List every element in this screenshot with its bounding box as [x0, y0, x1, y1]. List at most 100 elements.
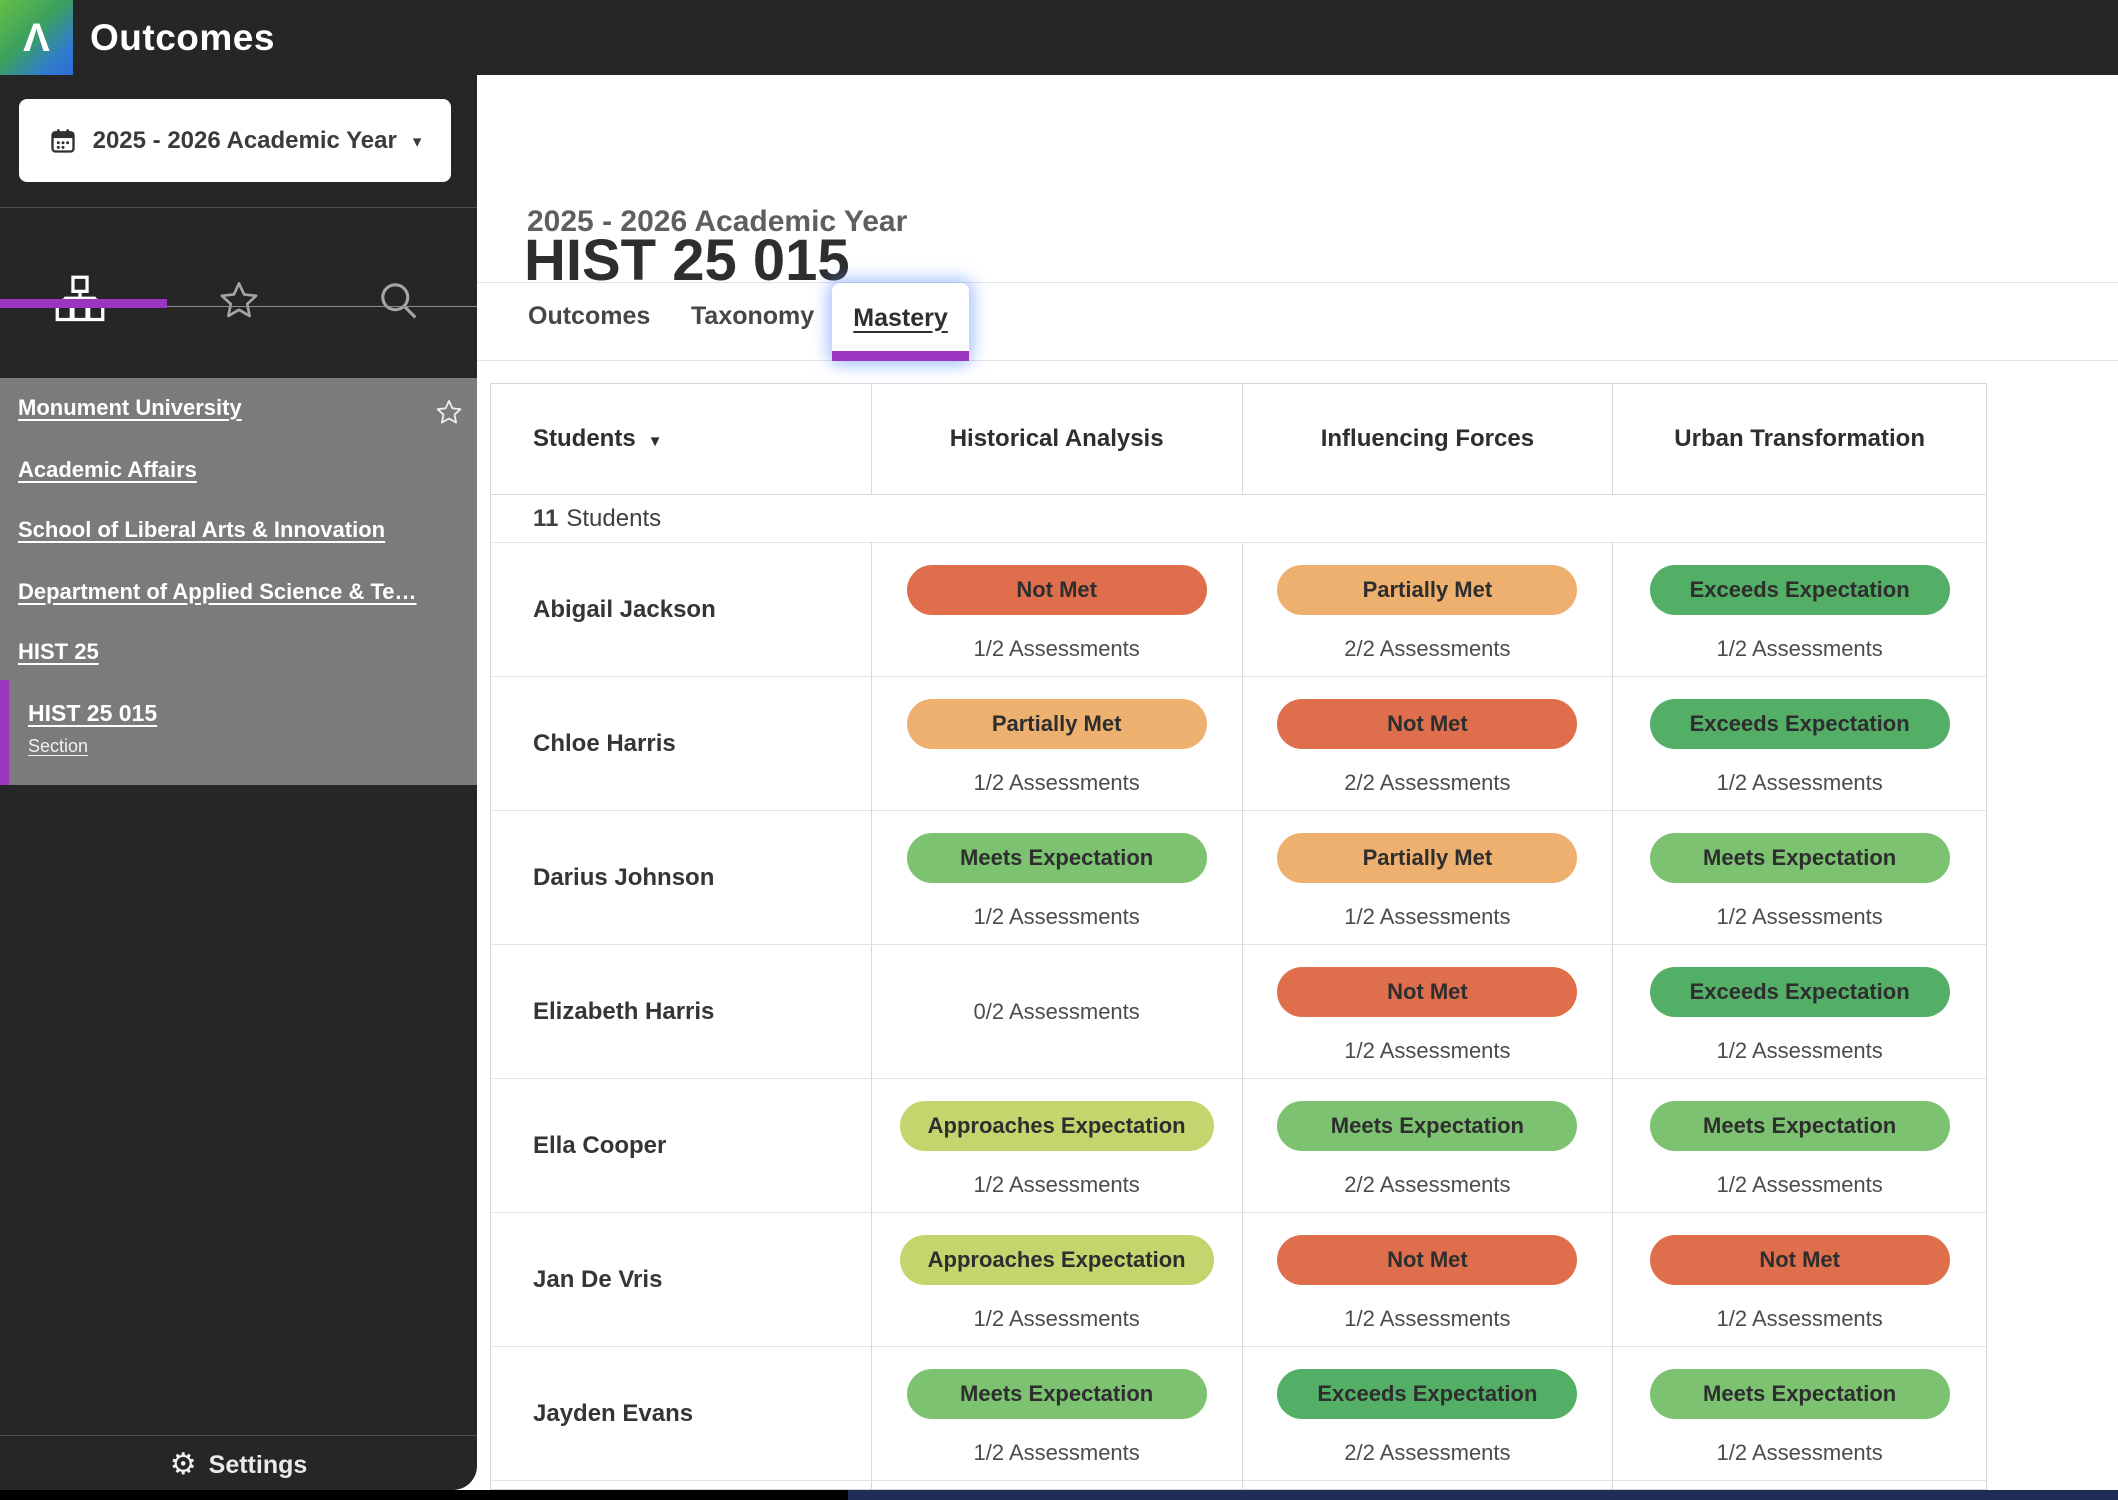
mastery-cell: Exceeds Expectation 1/2 Assessments: [1612, 677, 1986, 810]
mastery-badge: Exceeds Expectation: [1650, 699, 1950, 749]
assessments-count: 1/2 Assessments: [973, 1440, 1139, 1466]
table-row: Ella Cooper Approaches Expectation 1/2 A…: [491, 1078, 1986, 1212]
tabs-top-divider: [477, 282, 2118, 283]
sidebar: 2025 - 2026 Academic Year ▾: [0, 75, 477, 1490]
star-icon: [218, 279, 260, 321]
assessments-count: 1/2 Assessments: [1716, 1038, 1882, 1064]
mastery-badge: Approaches Expectation: [900, 1235, 1214, 1285]
mastery-cell: Not Met 1/2 Assessments: [871, 543, 1242, 676]
mastery-cell: Meets Expectation 2/2 Assessments: [1242, 1079, 1613, 1212]
column-header-students[interactable]: Students ▼: [491, 384, 871, 494]
main-content: 2025 - 2026 Academic Year HIST 25 015 Ou…: [477, 75, 2118, 1490]
tab-taxonomy[interactable]: Taxonomy: [691, 302, 814, 331]
mastery-cell: 0/2 Assessments: [871, 945, 1242, 1078]
org-units-panel: Monument University Academic Affairs Sch…: [0, 378, 477, 785]
assessments-count: 2/2 Assessments: [1344, 636, 1510, 662]
org-unit-dept-applied-science[interactable]: Department of Applied Science & Te…: [18, 579, 417, 605]
app-title: Outcomes: [90, 0, 275, 75]
assessments-count: 2/2 Assessments: [1344, 1440, 1510, 1466]
column-header-influencing-forces: Influencing Forces: [1242, 384, 1613, 494]
gear-icon: ⚙: [170, 1450, 197, 1480]
mastery-cell: Meets Expectation 1/2 Assessments: [1612, 1079, 1986, 1212]
tab-outcomes[interactable]: Outcomes: [528, 302, 650, 331]
student-name: Jan De Vris: [491, 1213, 871, 1346]
student-count-number: 11: [533, 505, 558, 533]
mastery-badge: Not Met: [1277, 1235, 1577, 1285]
mastery-badge: Not Met: [1277, 699, 1577, 749]
tab-search[interactable]: [318, 225, 477, 375]
assessments-count: 2/2 Assessments: [1344, 770, 1510, 796]
mastery-badge: Not Met: [1650, 1235, 1950, 1285]
top-bar: Λ Outcomes: [0, 0, 2118, 75]
assessments-count: 1/2 Assessments: [1344, 1038, 1510, 1064]
assessments-count: 2/2 Assessments: [1344, 1172, 1510, 1198]
mastery-cell: Partially Met 1/2 Assessments: [1242, 811, 1613, 944]
assessments-count: 1/2 Assessments: [1716, 1440, 1882, 1466]
org-unit-hist-25[interactable]: HIST 25: [18, 639, 99, 665]
table-row-clipped: [491, 1480, 1986, 1490]
selected-org-unit: HIST 25 015 Section: [0, 680, 477, 785]
assessments-count: 1/2 Assessments: [1344, 1306, 1510, 1332]
assessments-count: 1/2 Assessments: [973, 904, 1139, 930]
column-header-historical-analysis: Historical Analysis: [871, 384, 1242, 494]
assessments-count: 1/2 Assessments: [1716, 904, 1882, 930]
active-tab-underline: [832, 351, 969, 361]
mastery-cell: Meets Expectation 1/2 Assessments: [1612, 1347, 1986, 1480]
sort-caret-icon: ▼: [648, 433, 663, 450]
mastery-badge: Meets Expectation: [1277, 1101, 1577, 1151]
academic-year-selector[interactable]: 2025 - 2026 Academic Year ▾: [19, 99, 451, 182]
table-row: Jayden Evans Meets Expectation 1/2 Asses…: [491, 1346, 1986, 1480]
mastery-cell: Not Met 2/2 Assessments: [1242, 677, 1613, 810]
mastery-badge: Meets Expectation: [907, 1369, 1207, 1419]
assessments-count: 1/2 Assessments: [1716, 636, 1882, 662]
tab-favorites[interactable]: [159, 225, 318, 375]
student-count-row: 11 Students: [491, 494, 1986, 542]
student-count-label: Students: [566, 505, 661, 533]
settings-button[interactable]: ⚙ Settings: [0, 1443, 477, 1487]
org-unit-monument-university[interactable]: Monument University: [18, 395, 242, 421]
student-name: Abigail Jackson: [491, 543, 871, 676]
tabs-bottom-divider: [477, 360, 2118, 361]
mastery-cell: Meets Expectation 1/2 Assessments: [1612, 811, 1986, 944]
assessments-count: 1/2 Assessments: [1716, 1172, 1882, 1198]
anthology-logo-icon: Λ: [23, 18, 50, 58]
table-row: Chloe Harris Partially Met 1/2 Assessmen…: [491, 676, 1986, 810]
mastery-cell: Not Met 1/2 Assessments: [1612, 1213, 1986, 1346]
mastery-badge: Meets Expectation: [907, 833, 1207, 883]
mastery-badge: Exceeds Expectation: [1650, 565, 1950, 615]
table-row: Elizabeth Harris 0/2 Assessments Not Met…: [491, 944, 1986, 1078]
assessments-count: 1/2 Assessments: [973, 636, 1139, 662]
mastery-table: Students ▼ Historical Analysis Influenci…: [490, 383, 1987, 1490]
page-title: HIST 25 015: [524, 227, 850, 294]
app-logo: Λ: [0, 0, 73, 75]
table-row: Darius Johnson Meets Expectation 1/2 Ass…: [491, 810, 1986, 944]
student-name: Ella Cooper: [491, 1079, 871, 1212]
outcomes-app-screen: Λ Outcomes 2025 - 2026 Academic Year ▾: [0, 0, 2118, 1500]
org-unit-section-label[interactable]: Section: [28, 736, 88, 757]
table-header-row: Students ▼ Historical Analysis Influenci…: [491, 384, 1986, 494]
org-unit-school-liberal-arts[interactable]: School of Liberal Arts & Innovation: [18, 517, 385, 543]
calendar-icon: [49, 127, 77, 155]
chevron-down-icon: ▾: [413, 132, 422, 152]
table-row: Abigail Jackson Not Met 1/2 Assessments …: [491, 542, 1986, 676]
mastery-badge: Meets Expectation: [1650, 1369, 1950, 1419]
assessments-count: 1/2 Assessments: [1344, 904, 1510, 930]
tab-mastery[interactable]: Mastery: [832, 283, 969, 361]
search-icon: [376, 278, 420, 322]
favorite-star-icon[interactable]: [435, 398, 463, 426]
mastery-badge: Exceeds Expectation: [1277, 1369, 1577, 1419]
tab-mastery-label: Mastery: [853, 304, 948, 333]
mastery-badge: Meets Expectation: [1650, 1101, 1950, 1151]
student-name: Darius Johnson: [491, 811, 871, 944]
settings-label: Settings: [209, 1451, 308, 1480]
mastery-cell: Approaches Expectation 1/2 Assessments: [871, 1079, 1242, 1212]
org-unit-academic-affairs[interactable]: Academic Affairs: [18, 457, 197, 483]
mastery-badge: Exceeds Expectation: [1650, 967, 1950, 1017]
mastery-cell: Meets Expectation 1/2 Assessments: [871, 811, 1242, 944]
mastery-cell: Exceeds Expectation 2/2 Assessments: [1242, 1347, 1613, 1480]
table-row: Jan De Vris Approaches Expectation 1/2 A…: [491, 1212, 1986, 1346]
student-name: Jayden Evans: [491, 1347, 871, 1480]
assessments-count: 1/2 Assessments: [1716, 1306, 1882, 1332]
org-unit-hist-25-015[interactable]: HIST 25 015: [28, 700, 157, 727]
student-name: Chloe Harris: [491, 677, 871, 810]
